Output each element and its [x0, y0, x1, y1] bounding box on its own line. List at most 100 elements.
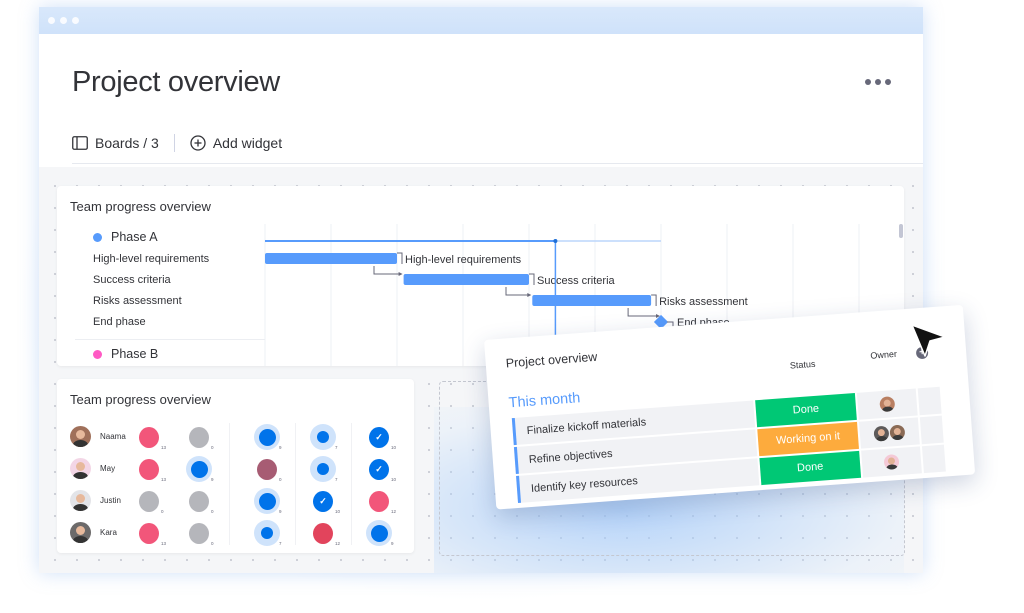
window-dot-maximize[interactable] [72, 17, 79, 24]
progress-cell[interactable]: 9 [248, 423, 288, 453]
progress-cell[interactable]: 13 [130, 519, 170, 549]
task-label[interactable]: High-level requirements [93, 253, 209, 265]
group-title[interactable]: This month [508, 390, 581, 411]
progress-dot [189, 426, 209, 448]
check-icon: ✓ [369, 426, 389, 448]
progress-circle [139, 458, 159, 480]
team-member[interactable]: Naama [70, 426, 126, 447]
progress-cell[interactable]: 9 [360, 519, 400, 549]
progress-cell[interactable]: 12 [360, 487, 400, 517]
owner-column-header[interactable]: Owner [854, 348, 914, 362]
gantt-bar[interactable] [403, 274, 529, 285]
progress-cell[interactable]: 0 [248, 455, 288, 485]
empty-cell[interactable] [919, 415, 944, 445]
progress-circle: ✓ [313, 490, 333, 512]
progress-dot [139, 490, 159, 512]
progress-count: 9 [279, 509, 282, 514]
progress-count: 0 [211, 445, 214, 450]
gantt-bar[interactable] [532, 295, 652, 306]
progress-count: 12 [391, 509, 397, 514]
progress-cell[interactable]: 7 [304, 423, 344, 453]
progress-count: 10 [335, 509, 341, 514]
progress-dot [258, 428, 276, 446]
team-progress-widget[interactable]: Team progress overview Naama 13 0 9 7 ✓ 10 May 1… [57, 379, 414, 553]
progress-count: 13 [161, 477, 167, 482]
phase-name: Phase B [111, 347, 159, 361]
gantt-bar-label: Risks assessment [659, 296, 748, 308]
progress-cell[interactable]: 7 [248, 519, 288, 549]
column-divider [229, 423, 230, 545]
empty-cell[interactable] [917, 386, 942, 416]
progress-cell[interactable]: 0 [130, 487, 170, 517]
progress-dot [258, 492, 276, 510]
progress-cell[interactable]: ✓ 10 [304, 487, 344, 517]
dependency-arrow [505, 287, 530, 296]
phase-b-dot [93, 349, 102, 359]
progress-cell[interactable]: 0 [180, 423, 220, 453]
progress-cell[interactable]: 0 [180, 487, 220, 517]
progress-dot [139, 522, 159, 544]
page-title: Project overview [72, 66, 280, 98]
progress-cell[interactable]: ✓ 10 [360, 455, 400, 485]
progress-circle [366, 520, 392, 546]
owner-cell[interactable] [858, 417, 920, 449]
phase-a-dot [93, 232, 102, 242]
task-label[interactable]: Success criteria [93, 274, 171, 286]
boards-button[interactable]: Boards / 3 [72, 135, 159, 151]
toolbar-divider [173, 134, 175, 152]
window-dot-close[interactable] [48, 17, 55, 24]
progress-cell[interactable]: ✓ 10 [360, 423, 400, 453]
avatar [70, 426, 91, 447]
more-options-button[interactable] [865, 79, 891, 85]
gantt-scrollbar[interactable] [899, 224, 903, 238]
gantt-bar-label: Success criteria [537, 275, 616, 287]
gantt-bar[interactable] [265, 253, 397, 264]
progress-cell[interactable]: 13 [130, 423, 170, 453]
team-member[interactable]: Justin [70, 490, 121, 511]
progress-dot [317, 431, 329, 443]
task-label[interactable]: End phase [93, 316, 146, 328]
progress-count: 7 [335, 445, 338, 450]
progress-cell[interactable]: 7 [304, 455, 344, 485]
progress-cell[interactable]: 9 [180, 455, 220, 485]
progress-dot [190, 460, 208, 478]
owner-cell[interactable] [861, 446, 922, 478]
progress-count: 13 [161, 541, 167, 546]
progress-cell[interactable]: 12 [304, 519, 344, 549]
progress-dot [370, 524, 388, 542]
empty-cell[interactable] [921, 444, 946, 474]
app-window: Project overview Boards / 3 Add widget T… [39, 7, 923, 573]
owner-avatar [883, 453, 900, 471]
status-label[interactable]: Done [759, 450, 862, 486]
progress-cell[interactable]: 13 [130, 455, 170, 485]
team-member[interactable]: Kara [70, 522, 117, 543]
progress-count: 7 [279, 541, 282, 546]
task-label[interactable]: Risks assessment [93, 295, 182, 307]
more-horizontal-icon [865, 79, 871, 85]
project-overview-card[interactable]: Project overview This month Status Owner… [484, 304, 976, 510]
boards-label: Boards / 3 [95, 135, 159, 151]
plus-circle-icon [190, 135, 206, 151]
progress-circle [254, 488, 280, 514]
window-dot-minimize[interactable] [60, 17, 67, 24]
progress-dot [189, 490, 209, 512]
progress-circle [313, 522, 333, 544]
progress-count: 10 [391, 445, 397, 450]
status-column-header[interactable]: Status [752, 356, 852, 373]
progress-cell[interactable]: 0 [180, 519, 220, 549]
board-panel-icon [72, 136, 88, 150]
owner-cell[interactable] [856, 388, 918, 420]
member-name: Kara [100, 528, 117, 537]
progress-circle [189, 522, 209, 544]
progress-count: 9 [279, 445, 282, 450]
phase-a-label[interactable]: Phase A [93, 230, 158, 244]
progress-cell[interactable]: 9 [248, 487, 288, 517]
avatar [70, 522, 91, 543]
owner-avatar [873, 425, 890, 442]
today-marker-dot [553, 239, 558, 243]
add-widget-button[interactable]: Add widget [190, 135, 282, 151]
phase-b-label[interactable]: Phase B [93, 347, 158, 361]
team-member[interactable]: May [70, 458, 115, 479]
progress-dot [369, 490, 389, 512]
progress-dot [317, 463, 329, 475]
